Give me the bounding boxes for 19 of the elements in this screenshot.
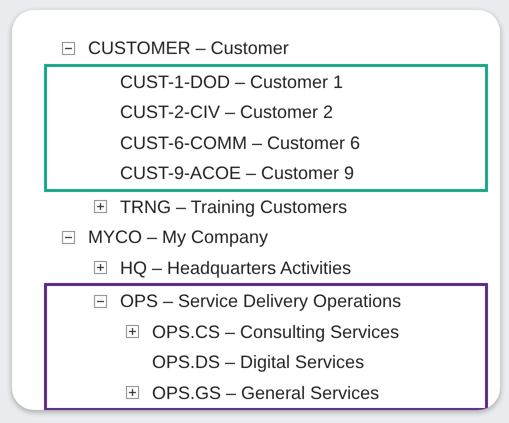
tree-item[interactable]: OPS.CS – Consulting Services [152,322,400,341]
tree-item[interactable]: TRNG – Training Customers [120,198,348,216]
tree-item[interactable]: OPS.DS – Digital Services [152,353,364,372]
tree-item[interactable]: CUSTOMER – Customer [88,39,289,58]
expand-icon[interactable] [94,261,107,274]
tree-item[interactable]: CUST-9-ACOE – Customer 9 [120,164,354,182]
tree-item[interactable]: CUST-1-DOD – Customer 1 [120,72,344,91]
expand-icon[interactable] [126,325,139,338]
expand-icon[interactable] [94,200,107,214]
collapse-icon[interactable] [62,42,75,55]
expand-icon[interactable] [126,386,139,400]
tree-item[interactable]: OPS – Service Delivery Operations [120,292,402,310]
tree-item[interactable]: HQ – Headquarters Activities [120,258,352,277]
tree-item[interactable]: CUST-2-CIV – Customer 2 [120,103,334,122]
tree-item[interactable]: MYCO – My Company [88,228,268,246]
collapse-icon[interactable] [94,294,107,308]
collapse-icon[interactable] [62,230,75,244]
tree-item[interactable]: CUST-6-COMM – Customer 6 [120,134,360,152]
tree-item[interactable]: OPS.GS – General Services [152,384,380,402]
